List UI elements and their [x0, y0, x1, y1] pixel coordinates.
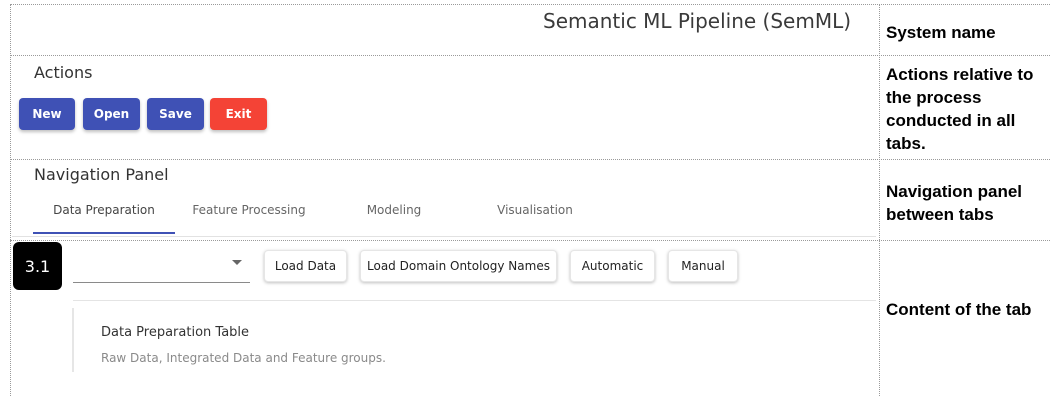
content-divider — [73, 300, 876, 301]
table-subtitle: Raw Data, Integrated Data and Feature gr… — [101, 351, 386, 365]
app-title: Semantic ML Pipeline (SemML) — [543, 9, 852, 33]
frame-left-line — [10, 4, 11, 396]
tab-visualisation[interactable]: Visualisation — [488, 203, 582, 217]
tabs-divider — [12, 236, 876, 237]
actions-title: Actions — [34, 63, 93, 82]
frame-divider-line — [879, 4, 880, 396]
load-data-button[interactable]: Load Data — [264, 250, 347, 282]
caret-down-icon — [232, 260, 242, 265]
annotation-navigation: Navigation panel between tabs — [886, 182, 1023, 224]
tab-modeling[interactable]: Modeling — [354, 203, 434, 217]
annotation-content: Content of the tab — [886, 300, 1032, 319]
open-button[interactable]: Open — [83, 98, 140, 130]
frame-line-1 — [10, 55, 1050, 56]
table-title: Data Preparation Table — [101, 325, 250, 340]
data-source-select[interactable] — [73, 248, 250, 283]
frame-line-2 — [10, 159, 1050, 160]
exit-button[interactable]: Exit — [210, 98, 267, 130]
new-button[interactable]: New — [19, 98, 75, 130]
annotation-system-name: System name — [886, 23, 996, 42]
tab-data-preparation[interactable]: Data Preparation — [33, 203, 175, 217]
tab-feature-processing[interactable]: Feature Processing — [185, 203, 313, 217]
table-panel-border — [72, 308, 74, 372]
save-button[interactable]: Save — [147, 98, 204, 130]
frame-line-3 — [10, 240, 1050, 241]
manual-button[interactable]: Manual — [668, 250, 738, 282]
annotation-actions: Actions relative to the process conducte… — [886, 65, 1034, 153]
navigation-panel-title: Navigation Panel — [34, 165, 169, 184]
active-tab-indicator — [33, 232, 175, 234]
frame-top-line — [10, 4, 1050, 5]
automatic-button[interactable]: Automatic — [570, 250, 655, 282]
load-domain-ontology-names-button[interactable]: Load Domain Ontology Names — [360, 250, 557, 282]
step-badge: 3.1 — [13, 242, 62, 290]
